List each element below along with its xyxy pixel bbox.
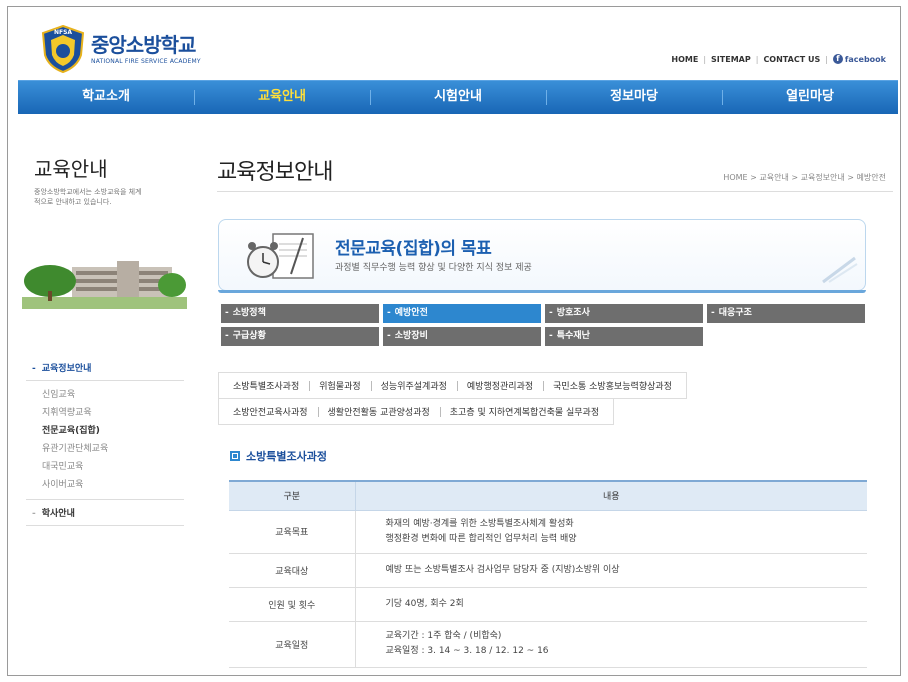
site-logo[interactable]: NFSA 중앙소방학교 NATIONAL FIRE SERVICE ACADEM… bbox=[41, 25, 201, 73]
util-home-link[interactable]: HOME bbox=[671, 55, 698, 64]
table-cell-key: 교육목표 bbox=[229, 510, 356, 554]
facebook-link[interactable]: f facebook bbox=[832, 54, 886, 64]
util-separator: | bbox=[825, 54, 828, 64]
table-header: 내용 bbox=[355, 480, 867, 511]
sidebar-section-academic[interactable]: - 학사안내 bbox=[26, 500, 184, 526]
course-link[interactable]: 성능위주설계과정 bbox=[370, 379, 457, 392]
campus-building-image bbox=[22, 247, 187, 309]
square-bullet-icon bbox=[230, 451, 240, 461]
tab-emergency[interactable]: - 구급상황 bbox=[221, 327, 379, 346]
course-link[interactable]: 생활안전활동 교관양성과정 bbox=[317, 405, 440, 418]
main-navigation: 학교소개 교육안내 시험안내 정보마당 열린마당 bbox=[18, 80, 898, 114]
nav-education-guide[interactable]: 교육안내 bbox=[194, 81, 370, 114]
tab-prevention-safety[interactable]: - 예방안전 bbox=[383, 304, 541, 323]
facebook-icon: f bbox=[832, 54, 843, 64]
page-frame: NFSA 중앙소방학교 NATIONAL FIRE SERVICE ACADEM… bbox=[7, 6, 901, 676]
sidebar-menu: - 교육정보안내 신임교육 지휘역량교육 전문교육(집합) 유관기관단체교육 대국… bbox=[26, 357, 184, 526]
tab-label: 구급상황 bbox=[232, 331, 266, 341]
table-cell-value: 기당 40명, 회수 2회 bbox=[355, 587, 867, 622]
title-divider bbox=[217, 191, 893, 192]
pen-decoration-icon bbox=[822, 256, 858, 284]
page-title: 교육정보안내 bbox=[217, 160, 333, 185]
util-separator: | bbox=[703, 54, 707, 64]
category-tabs: - 소방정책 - 예방안전 - 방호조사 - 대응구조 - 구급상황 - 소방장비 - 특수재… bbox=[221, 304, 873, 346]
sidebar-section-label: 교육정보안내 bbox=[41, 364, 92, 374]
sidebar-title: 교육안내 bbox=[34, 157, 108, 181]
table-cell-key: 교육일정 bbox=[229, 621, 356, 668]
nav-open-plaza[interactable]: 열린마당 bbox=[722, 81, 898, 114]
sidebar-item-public[interactable]: 대국민교육 bbox=[42, 458, 184, 476]
sidebar-item-command[interactable]: 지휘역량교육 bbox=[42, 404, 184, 422]
sidebar-description: 중앙소방학교에서는 소방교육을 체계적으로 안내하고 있습니다. bbox=[34, 188, 142, 206]
clock-notebook-icon bbox=[247, 233, 314, 279]
tab-label: 특수재난 bbox=[556, 331, 590, 341]
utility-links: HOME | SITEMAP | CONTACT US | f facebook bbox=[671, 54, 886, 64]
util-separator: | bbox=[755, 54, 759, 64]
table-cell-key: 교육대상 bbox=[229, 553, 356, 588]
table-row: 인원 및 횟수 기당 40명, 회수 2회 bbox=[229, 587, 867, 622]
table-cell-key: 인원 및 횟수 bbox=[229, 587, 356, 622]
table-cell-value: 화재의 예방·경계를 위한 소방특별조사체계 활성화 행정환경 변화에 따른 합… bbox=[355, 510, 867, 554]
sidebar-section-label: 학사안내 bbox=[41, 509, 75, 519]
table-cell-value: 예방 또는 소방특별조사 검사업무 담당자 중 (지방)소방위 이상 bbox=[355, 553, 867, 588]
tab-special-disaster[interactable]: - 특수재난 bbox=[545, 327, 703, 346]
course-link[interactable]: 위험물과정 bbox=[309, 379, 370, 392]
tab-label: 대응구조 bbox=[718, 308, 752, 318]
nav-school-intro[interactable]: 학교소개 bbox=[18, 81, 194, 114]
course-link[interactable]: 소방특별조사과정 bbox=[223, 379, 309, 392]
table-row: 교육일정 교육기간 : 1주 합숙 / (비합숙) 교육일정 : 3. 14 ~… bbox=[229, 621, 867, 668]
value-line: 행정환경 변화에 따른 합리적인 업무처리 능력 배양 bbox=[385, 533, 577, 544]
sidebar-item-cyber[interactable]: 사이버교육 bbox=[42, 476, 184, 494]
tab-label: 소방장비 bbox=[394, 331, 428, 341]
logo-korean-name: 중앙소방학교 bbox=[91, 32, 196, 57]
tab-label: 예방안전 bbox=[394, 308, 428, 318]
course-link[interactable]: 국민소통 소방홍보능력향상과정 bbox=[543, 379, 682, 392]
course-list-row-2: 소방안전교육사과정 생활안전활동 교관양성과정 초고층 및 지하연계복합건축물 … bbox=[218, 398, 615, 425]
tab-protection-investigation[interactable]: - 방호조사 bbox=[545, 304, 703, 323]
breadcrumb: HOME > 교육안내 > 교육정보안내 > 예방안전 bbox=[723, 173, 886, 182]
course-link[interactable]: 예방행정관리과정 bbox=[456, 379, 543, 392]
logo-english-name: NATIONAL FIRE SERVICE ACADEMY bbox=[91, 57, 201, 65]
course-link[interactable]: 소방안전교육사과정 bbox=[223, 405, 318, 418]
sidebar-section-education-info[interactable]: - 교육정보안내 bbox=[26, 357, 184, 381]
util-sitemap-link[interactable]: SITEMAP bbox=[711, 55, 751, 64]
table-cell-value: 교육기간 : 1주 합숙 / (비합숙) 교육일정 : 3. 14 ~ 3. 1… bbox=[355, 621, 867, 668]
facebook-label: facebook bbox=[844, 54, 886, 64]
academy-emblem-icon: NFSA bbox=[41, 25, 85, 73]
tab-label: 소방정책 bbox=[232, 308, 266, 318]
emblem-text: NFSA bbox=[54, 29, 72, 36]
sidebar-submenu: 신임교육 지휘역량교육 전문교육(집합) 유관기관단체교육 대국민교육 사이버교… bbox=[26, 381, 184, 500]
course-list-row-1: 소방특별조사과정 위험물과정 성능위주설계과정 예방행정관리과정 국민소통 소방… bbox=[218, 372, 687, 399]
goal-banner: 전문교육(집합)의 목표 과정별 직무수행 능력 향상 및 다양한 지식 정보 … bbox=[218, 219, 866, 293]
tab-fire-policy[interactable]: - 소방정책 bbox=[221, 304, 379, 323]
sidebar-item-new-recruit[interactable]: 신임교육 bbox=[42, 386, 184, 404]
tab-label: 방호조사 bbox=[556, 308, 590, 318]
table-row: 교육대상 예방 또는 소방특별조사 검사업무 담당자 중 (지방)소방위 이상 bbox=[229, 553, 867, 588]
value-line: 화재의 예방·경계를 위한 소방특별조사체계 활성화 bbox=[385, 518, 574, 529]
tab-fire-equipment[interactable]: - 소방장비 bbox=[383, 327, 541, 346]
value-line: 교육일정 : 3. 14 ~ 3. 18 / 12. 12 ~ 16 bbox=[385, 646, 549, 656]
nav-exam-guide[interactable]: 시험안내 bbox=[370, 81, 546, 114]
course-link[interactable]: 초고층 및 지하연계복합건축물 실무과정 bbox=[439, 405, 609, 418]
table-header: 구분 bbox=[229, 480, 356, 511]
sidebar-item-professional[interactable]: 전문교육(집합) bbox=[42, 422, 184, 440]
goal-title: 전문교육(집합)의 목표 bbox=[335, 239, 492, 259]
util-contact-link[interactable]: CONTACT US bbox=[763, 55, 820, 64]
section-title-label: 소방특별조사과정 bbox=[246, 450, 327, 463]
table-header-row: 구분 내용 bbox=[229, 480, 867, 511]
value-line: 교육기간 : 1주 합숙 / (비합숙) bbox=[385, 631, 502, 641]
nav-info-plaza[interactable]: 정보마당 bbox=[546, 81, 722, 114]
course-info-table: 구분 내용 교육목표 화재의 예방·경계를 위한 소방특별조사체계 활성화 행정… bbox=[229, 480, 867, 668]
tab-response-rescue[interactable]: - 대응구조 bbox=[707, 304, 865, 323]
sidebar-item-related-agency[interactable]: 유관기관단체교육 bbox=[42, 440, 184, 458]
table-row: 교육목표 화재의 예방·경계를 위한 소방특별조사체계 활성화 행정환경 변화에… bbox=[229, 510, 867, 554]
goal-subtitle: 과정별 직무수행 능력 향상 및 다양한 지식 정보 제공 bbox=[335, 263, 532, 273]
section-title: 소방특별조사과정 bbox=[230, 448, 327, 464]
